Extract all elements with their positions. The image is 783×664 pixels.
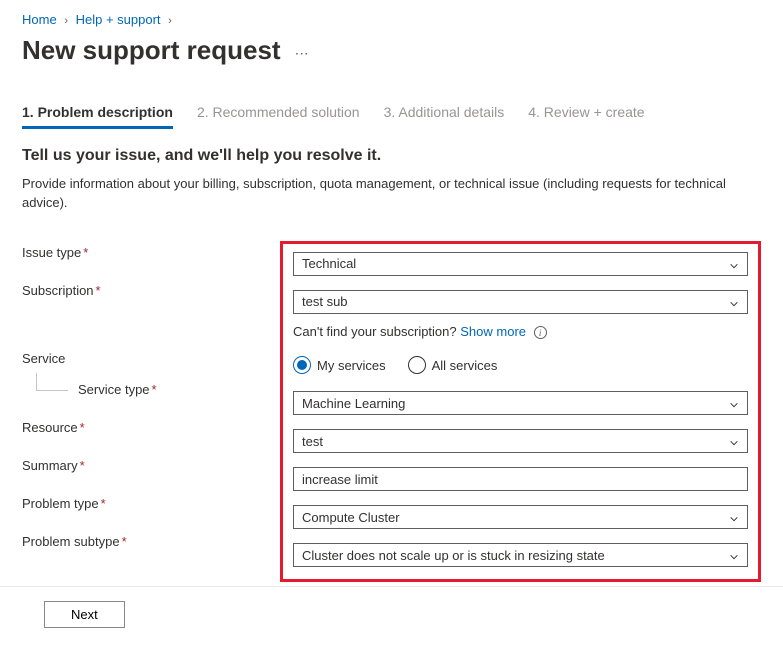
label-resource: Resource <box>22 420 78 435</box>
radio-icon-unselected <box>408 356 426 374</box>
info-icon[interactable]: i <box>534 326 547 339</box>
radio-all-services-label: All services <box>432 358 498 373</box>
chevron-down-icon <box>729 259 739 269</box>
chevron-down-icon <box>729 550 739 560</box>
page-title: New support request <box>22 35 281 66</box>
chevron-down-icon <box>729 436 739 446</box>
form-highlight-box: Technical test sub Can't find your subsc… <box>280 241 761 583</box>
resource-select[interactable]: test <box>293 429 748 453</box>
summary-value: increase limit <box>302 472 378 487</box>
chevron-right-icon: › <box>168 15 172 27</box>
service-type-value: Machine Learning <box>302 396 405 411</box>
tab-problem-description[interactable]: 1. Problem description <box>22 104 173 129</box>
summary-input[interactable]: increase limit <box>293 467 748 491</box>
breadcrumb-help-support[interactable]: Help + support <box>76 12 161 27</box>
more-actions-icon[interactable]: ⋯ <box>295 39 311 62</box>
required-mark: * <box>122 534 127 549</box>
required-mark: * <box>152 382 157 397</box>
label-problem-type: Problem type <box>22 496 99 511</box>
show-more-link[interactable]: Show more <box>460 324 526 339</box>
label-service-type: Service type <box>78 382 150 397</box>
problem-subtype-value: Cluster does not scale up or is stuck in… <box>302 548 605 563</box>
chevron-down-icon <box>729 398 739 408</box>
tab-recommended-solution[interactable]: 2. Recommended solution <box>197 104 360 129</box>
radio-my-services[interactable]: My services <box>293 356 386 374</box>
required-mark: * <box>96 283 101 298</box>
service-scope-radio-group: My services All services <box>293 356 497 374</box>
section-description: Provide information about your billing, … <box>22 175 761 213</box>
radio-all-services[interactable]: All services <box>408 356 498 374</box>
subscription-select[interactable]: test sub <box>293 290 748 314</box>
breadcrumb-home[interactable]: Home <box>22 12 57 27</box>
service-type-select[interactable]: Machine Learning <box>293 391 748 415</box>
required-mark: * <box>80 458 85 473</box>
problem-type-value: Compute Cluster <box>302 510 400 525</box>
problem-type-select[interactable]: Compute Cluster <box>293 505 748 529</box>
subscription-value: test sub <box>302 294 348 309</box>
chevron-right-icon: › <box>64 15 68 27</box>
label-summary: Summary <box>22 458 78 473</box>
required-mark: * <box>80 420 85 435</box>
required-mark: * <box>83 245 88 260</box>
breadcrumb: Home › Help + support › <box>22 12 761 27</box>
issue-type-select[interactable]: Technical <box>293 252 748 276</box>
label-issue-type: Issue type <box>22 245 81 260</box>
radio-icon-selected <box>293 356 311 374</box>
resource-value: test <box>302 434 323 449</box>
label-problem-subtype: Problem subtype <box>22 534 120 549</box>
issue-type-value: Technical <box>302 256 356 271</box>
tab-review-create[interactable]: 4. Review + create <box>528 104 644 129</box>
next-button[interactable]: Next <box>44 601 125 628</box>
chevron-down-icon <box>729 297 739 307</box>
label-subscription: Subscription <box>22 283 94 298</box>
tab-additional-details[interactable]: 3. Additional details <box>384 104 505 129</box>
label-service: Service <box>22 351 65 366</box>
chevron-down-icon <box>729 512 739 522</box>
problem-subtype-select[interactable]: Cluster does not scale up or is stuck in… <box>293 543 748 567</box>
section-heading: Tell us your issue, and we'll help you r… <box>22 147 761 165</box>
subscription-helper: Can't find your subscription? Show more … <box>293 324 748 340</box>
tree-branch-icon <box>36 373 68 391</box>
required-mark: * <box>101 496 106 511</box>
wizard-tabs: 1. Problem description 2. Recommended so… <box>22 104 761 129</box>
radio-my-services-label: My services <box>317 358 386 373</box>
